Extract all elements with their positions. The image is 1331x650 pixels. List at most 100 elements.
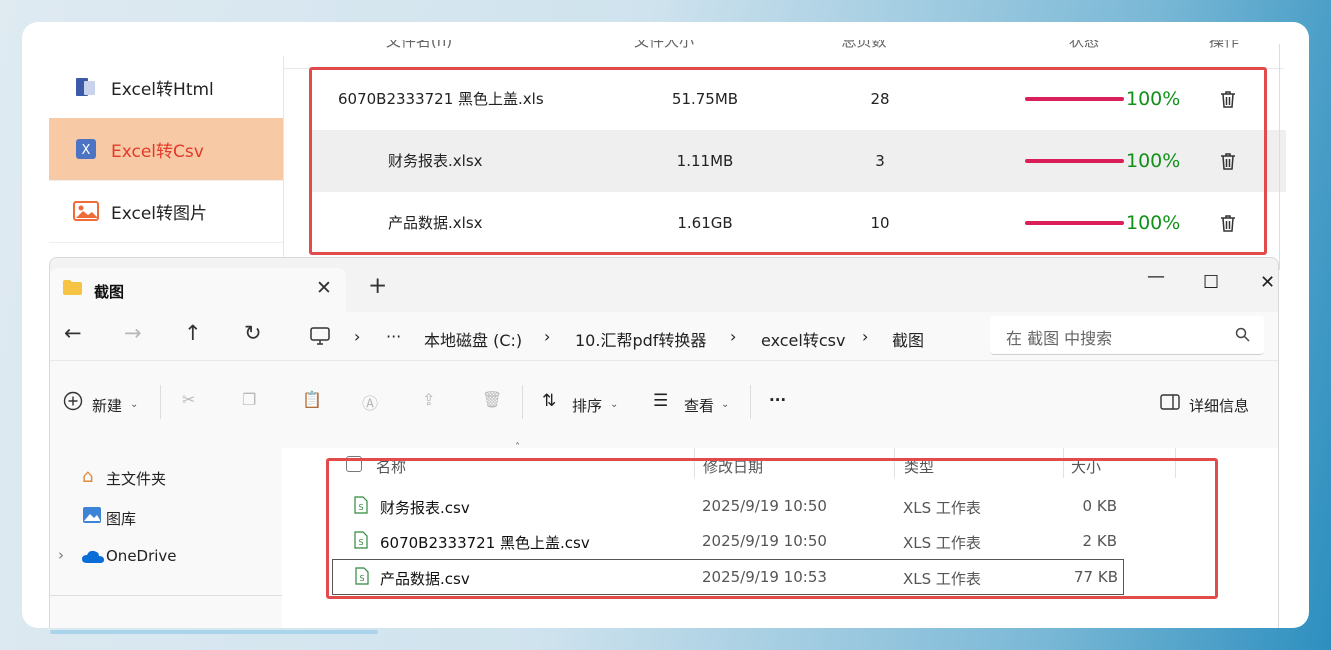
trash-icon bbox=[1221, 91, 1235, 108]
view-icon: ☰ bbox=[653, 391, 669, 411]
table-row: 产品数据.xlsx 1.61GB 10 100% bbox=[310, 192, 1286, 254]
progress-fill bbox=[1025, 221, 1124, 225]
column-header-name[interactable]: 名称 bbox=[376, 456, 406, 477]
file-list: 名称 ˄ 修改日期 类型 大小 S 财务报表.csv 2025/9/19 10:… bbox=[282, 442, 1278, 628]
file-name: 6070B2333721 黑色上盖.xls bbox=[338, 90, 544, 108]
navigation-pane: ⌂ 主文件夹 图库 › OneDrive bbox=[50, 448, 282, 628]
conversion-table: 文件名(n) 文件大小 总页数 状态 操作 6070B2333721 黑色上盖.… bbox=[284, 40, 1286, 275]
file-name: 财务报表.csv bbox=[380, 499, 470, 517]
new-tab-icon[interactable]: + bbox=[368, 275, 387, 298]
trash-icon bbox=[1221, 153, 1235, 170]
file-name: 财务报表.xlsx bbox=[388, 152, 483, 170]
file-type: XLS 工作表 bbox=[903, 570, 981, 588]
search-box[interactable]: 在 截图 中搜索 bbox=[990, 316, 1264, 355]
toolbar-divider bbox=[160, 385, 161, 419]
file-name: 6070B2333721 黑色上盖.csv bbox=[380, 534, 590, 552]
close-tab-icon[interactable]: ✕ bbox=[316, 277, 332, 299]
command-bar: 新建 ⌄ ✂ ❐ 📋 Ⓐ ⇪ 🗑 ⇅ 排序 ⌄ ☰ 查看 ⌄ ··· 详细信息 bbox=[50, 360, 1278, 450]
expand-chevron-icon[interactable]: › bbox=[58, 546, 64, 564]
new-icon bbox=[63, 391, 83, 411]
table-row: 财务报表.xlsx 1.11MB 3 100% bbox=[310, 130, 1286, 192]
minimize-icon[interactable]: — bbox=[1147, 266, 1165, 287]
up-arrow-icon[interactable]: ↑ bbox=[184, 323, 202, 344]
trash-icon[interactable]: 🗑 bbox=[482, 390, 506, 414]
progress-label: 100% bbox=[1126, 150, 1181, 172]
file-type: XLS 工作表 bbox=[903, 499, 981, 517]
new-button[interactable]: 新建 bbox=[92, 395, 122, 416]
page-count: 28 bbox=[870, 90, 890, 108]
table-edge bbox=[1279, 44, 1280, 270]
csv-file-icon: S bbox=[354, 531, 368, 549]
trash-icon bbox=[1221, 215, 1235, 232]
file-type: XLS 工作表 bbox=[903, 534, 981, 552]
progress-bar bbox=[1025, 221, 1124, 225]
file-name: 产品数据.xlsx bbox=[388, 214, 483, 232]
sidebar-item-excel-to-csv[interactable]: X Excel转Csv bbox=[49, 118, 283, 181]
sort-indicator-icon: ˄ bbox=[515, 442, 520, 453]
overflow-icon[interactable]: ··· bbox=[386, 327, 401, 346]
chevron-right-icon: › bbox=[730, 327, 737, 346]
breadcrumb-drive[interactable]: 本地磁盘 (C:) bbox=[424, 327, 522, 351]
delete-button[interactable] bbox=[1218, 213, 1238, 233]
breadcrumb-subfolder[interactable]: excel转csv bbox=[761, 327, 845, 351]
rename-icon[interactable]: Ⓐ bbox=[362, 390, 386, 414]
address-bar[interactable]: › ··· 本地磁盘 (C:) › 10.汇帮pdf转换器 › excel转cs… bbox=[294, 316, 980, 356]
back-arrow-icon[interactable]: ← bbox=[64, 323, 82, 344]
file-name: 产品数据.csv bbox=[380, 570, 470, 588]
delete-button[interactable] bbox=[1218, 151, 1238, 171]
close-window-icon[interactable]: ✕ bbox=[1260, 272, 1275, 293]
converter-sidebar: Excel转Html X Excel转Csv Excel转图片 bbox=[49, 56, 284, 266]
chevron-right-icon: › bbox=[544, 327, 551, 346]
csv-file-icon: S bbox=[354, 496, 368, 514]
decorative-underline bbox=[50, 630, 378, 634]
search-icon bbox=[1235, 327, 1250, 342]
refresh-icon[interactable]: ↻ bbox=[244, 323, 262, 344]
share-icon[interactable]: ⇪ bbox=[422, 390, 446, 414]
select-all-checkbox[interactable] bbox=[346, 456, 362, 472]
file-size: 77 KB bbox=[1074, 568, 1118, 586]
file-row[interactable]: S 6070B2333721 黑色上盖.csv 2025/9/19 10:50 … bbox=[332, 524, 1122, 558]
file-size: 2 KB bbox=[1082, 532, 1117, 550]
delete-button[interactable] bbox=[1218, 89, 1238, 109]
nav-item-gallery[interactable]: 图库 bbox=[106, 508, 136, 529]
chevron-right-icon: › bbox=[862, 327, 869, 346]
cut-icon[interactable]: ✂ bbox=[182, 390, 206, 414]
paste-icon[interactable]: 📋 bbox=[302, 390, 326, 414]
file-row-selected[interactable]: S 产品数据.csv 2025/9/19 10:53 XLS 工作表 77 KB bbox=[332, 559, 1124, 595]
tab-screenshots[interactable]: 截图 ✕ bbox=[50, 268, 346, 312]
file-size: 51.75MB bbox=[671, 90, 739, 108]
breadcrumb-folder[interactable]: 10.汇帮pdf转换器 bbox=[575, 327, 706, 351]
column-header-modified[interactable]: 修改日期 bbox=[703, 456, 763, 477]
sort-button[interactable]: 排序 bbox=[572, 395, 602, 416]
nav-divider bbox=[50, 595, 282, 596]
progress-fill bbox=[1025, 97, 1124, 101]
sidebar-item-label: Excel转图片 bbox=[111, 203, 208, 224]
file-modified: 2025/9/19 10:53 bbox=[702, 568, 827, 586]
sidebar-item-excel-to-image[interactable]: Excel转图片 bbox=[49, 180, 283, 243]
column-header-size[interactable]: 大小 bbox=[1071, 456, 1101, 477]
file-row[interactable]: S 财务报表.csv 2025/9/19 10:50 XLS 工作表 0 KB bbox=[332, 489, 1122, 523]
home-icon: ⌂ bbox=[82, 466, 94, 487]
sidebar-item-excel-to-html[interactable]: Excel转Html bbox=[49, 56, 283, 119]
html-file-icon bbox=[76, 78, 95, 96]
nav-item-onedrive[interactable]: OneDrive bbox=[106, 547, 177, 565]
details-button[interactable]: 详细信息 bbox=[1189, 395, 1249, 416]
progress-label: 100% bbox=[1126, 212, 1181, 234]
tab-bar: 截图 ✕ + — ☐ ✕ bbox=[50, 258, 1278, 312]
view-button[interactable]: 查看 bbox=[684, 395, 714, 416]
progress-fill bbox=[1025, 159, 1124, 163]
maximize-icon[interactable]: ☐ bbox=[1203, 272, 1219, 293]
breadcrumb-current[interactable]: 截图 bbox=[892, 327, 924, 351]
folder-icon bbox=[63, 280, 82, 295]
file-modified: 2025/9/19 10:50 bbox=[702, 532, 827, 550]
table-row: 6070B2333721 黑色上盖.xls 51.75MB 28 100% bbox=[310, 68, 1286, 130]
forward-arrow-icon[interactable]: → bbox=[124, 323, 142, 344]
progress-bar bbox=[1025, 97, 1124, 101]
progress-bar bbox=[1025, 159, 1124, 163]
more-options-button[interactable]: ··· bbox=[769, 391, 786, 409]
svg-text:S: S bbox=[358, 538, 363, 547]
column-header-type[interactable]: 类型 bbox=[904, 456, 934, 477]
copy-icon[interactable]: ❐ bbox=[242, 390, 266, 414]
chevron-down-icon: ⌄ bbox=[130, 399, 139, 410]
nav-item-home[interactable]: 主文件夹 bbox=[106, 468, 166, 489]
